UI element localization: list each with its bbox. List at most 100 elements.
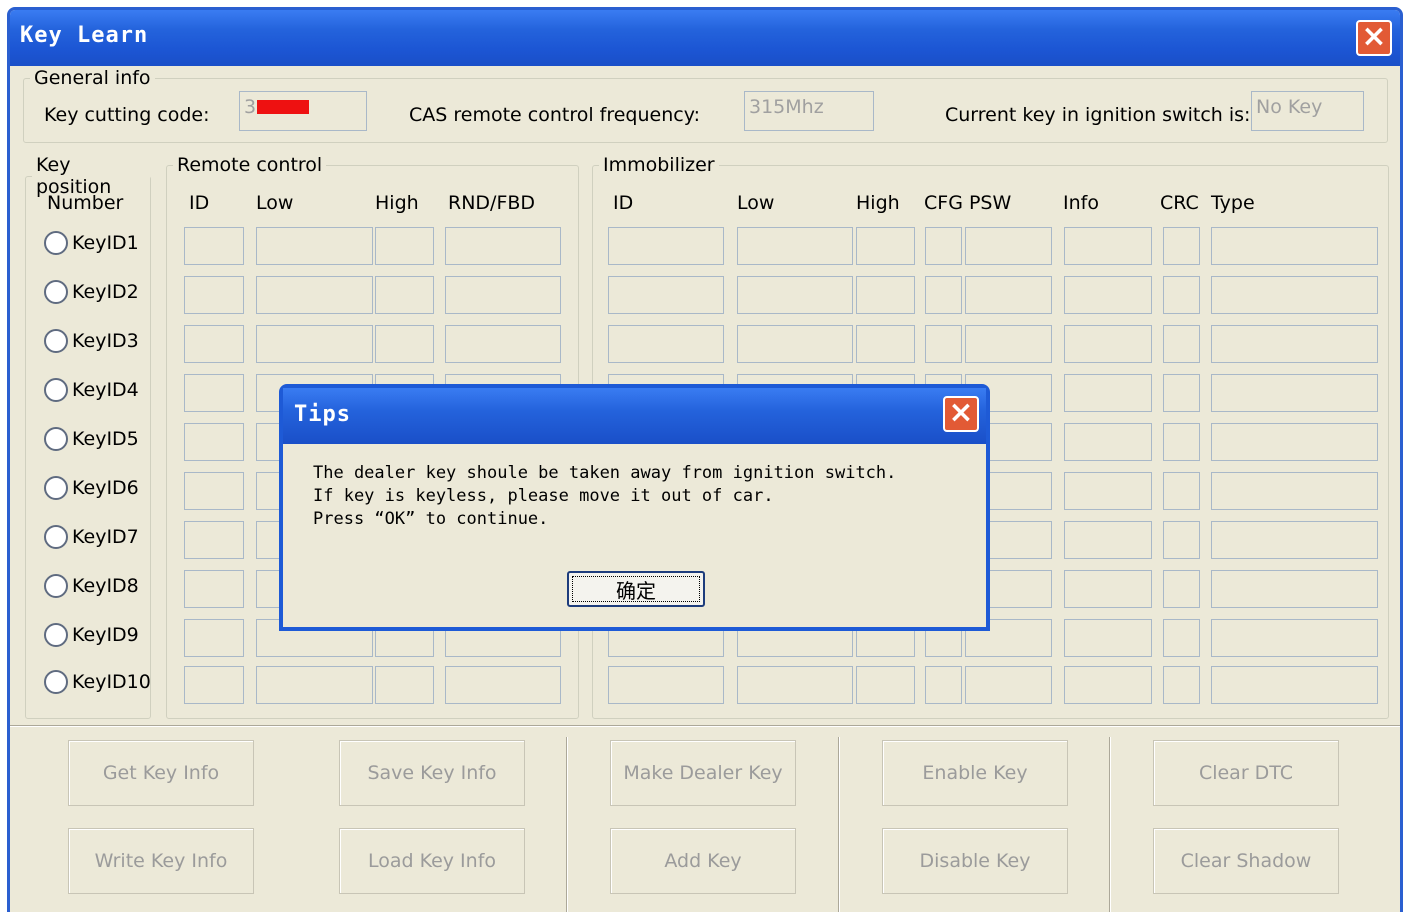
remote-id-cell-4[interactable]: [184, 374, 244, 412]
immo-crc-cell-4[interactable]: [1163, 374, 1200, 412]
key-radio-1[interactable]: KeyID1: [44, 231, 139, 255]
remote-low-cell-1[interactable]: [256, 227, 373, 265]
ok-button[interactable]: 确定: [567, 571, 705, 607]
immo-info-cell-5[interactable]: [1064, 423, 1152, 461]
make-dealer-key-button[interactable]: Make Dealer Key: [610, 740, 796, 806]
immo-low-cell-10[interactable]: [737, 666, 853, 704]
key-cutting-code-field[interactable]: 3: [239, 91, 367, 131]
immo-type-cell-3[interactable]: [1211, 325, 1378, 363]
key-radio-9[interactable]: KeyID9: [44, 623, 139, 647]
remote-high-cell-2[interactable]: [375, 276, 434, 314]
immo-type-cell-10[interactable]: [1211, 666, 1378, 704]
immo-info-cell-4[interactable]: [1064, 374, 1152, 412]
close-icon[interactable]: ×: [943, 396, 979, 432]
immo-id-cell-10[interactable]: [608, 666, 724, 704]
immo-type-cell-2[interactable]: [1211, 276, 1378, 314]
remote-id-cell-8[interactable]: [184, 570, 244, 608]
key-radio-3[interactable]: KeyID3: [44, 329, 139, 353]
immo-info-cell-10[interactable]: [1064, 666, 1152, 704]
remote-id-cell-1[interactable]: [184, 227, 244, 265]
clear-shadow-button[interactable]: Clear Shadow: [1153, 828, 1339, 894]
immo-info-cell-9[interactable]: [1064, 619, 1152, 657]
immo-crc-cell-3[interactable]: [1163, 325, 1200, 363]
remote-rnd-cell-2[interactable]: [445, 276, 561, 314]
key-radio-8[interactable]: KeyID8: [44, 574, 139, 598]
ignition-key-label: Current key in ignition switch is:: [945, 104, 1251, 126]
remote-high-cell-10[interactable]: [375, 666, 434, 704]
immo-crc-cell-9[interactable]: [1163, 619, 1200, 657]
immo-high-cell-3[interactable]: [856, 325, 915, 363]
key-radio-5[interactable]: KeyID5: [44, 427, 139, 451]
add-key-button[interactable]: Add Key: [610, 828, 796, 894]
immo-psw-cell-10[interactable]: [965, 666, 1052, 704]
remote-id-cell-5[interactable]: [184, 423, 244, 461]
immo-crc-cell-6[interactable]: [1163, 472, 1200, 510]
key-radio-7[interactable]: KeyID7: [44, 525, 139, 549]
key-radio-6[interactable]: KeyID6: [44, 476, 139, 500]
immo-low-cell-2[interactable]: [737, 276, 853, 314]
immo-high-cell-2[interactable]: [856, 276, 915, 314]
key-radio-4[interactable]: KeyID4: [44, 378, 139, 402]
immo-type-cell-9[interactable]: [1211, 619, 1378, 657]
immo-crc-cell-7[interactable]: [1163, 521, 1200, 559]
immo-low-cell-1[interactable]: [737, 227, 853, 265]
immo-high-cell-10[interactable]: [856, 666, 915, 704]
enable-key-button[interactable]: Enable Key: [882, 740, 1068, 806]
remote-id-cell-2[interactable]: [184, 276, 244, 314]
cas-frequency-field[interactable]: 315Mhz: [744, 91, 874, 131]
key-radio-2[interactable]: KeyID2: [44, 280, 139, 304]
remote-id-cell-3[interactable]: [184, 325, 244, 363]
get-key-info-button[interactable]: Get Key Info: [68, 740, 254, 806]
immo-psw-cell-1[interactable]: [965, 227, 1052, 265]
remote-rnd-cell-3[interactable]: [445, 325, 561, 363]
immo-type-cell-4[interactable]: [1211, 374, 1378, 412]
immo-id-cell-1[interactable]: [608, 227, 724, 265]
immo-id-cell-2[interactable]: [608, 276, 724, 314]
immo-type-cell-8[interactable]: [1211, 570, 1378, 608]
close-icon[interactable]: ×: [1356, 20, 1392, 56]
remote-low-cell-3[interactable]: [256, 325, 373, 363]
disable-key-button[interactable]: Disable Key: [882, 828, 1068, 894]
remote-rnd-cell-1[interactable]: [445, 227, 561, 265]
key-radio-10[interactable]: KeyID10: [44, 670, 151, 694]
load-key-info-button[interactable]: Load Key Info: [339, 828, 525, 894]
immo-cfg-cell-10[interactable]: [925, 666, 962, 704]
immo-low-cell-3[interactable]: [737, 325, 853, 363]
remote-id-cell-9[interactable]: [184, 619, 244, 657]
remote-id-cell-7[interactable]: [184, 521, 244, 559]
remote-id-cell-6[interactable]: [184, 472, 244, 510]
remote-high-cell-3[interactable]: [375, 325, 434, 363]
immo-cfg-cell-1[interactable]: [925, 227, 962, 265]
immo-info-cell-8[interactable]: [1064, 570, 1152, 608]
immo-info-cell-6[interactable]: [1064, 472, 1152, 510]
save-key-info-button[interactable]: Save Key Info: [339, 740, 525, 806]
immo-crc-cell-8[interactable]: [1163, 570, 1200, 608]
immo-high-cell-1[interactable]: [856, 227, 915, 265]
immo-info-cell-2[interactable]: [1064, 276, 1152, 314]
immo-cfg-cell-3[interactable]: [925, 325, 962, 363]
immo-type-cell-7[interactable]: [1211, 521, 1378, 559]
remote-high-cell-1[interactable]: [375, 227, 434, 265]
immo-type-cell-1[interactable]: [1211, 227, 1378, 265]
immo-cfg-cell-2[interactable]: [925, 276, 962, 314]
immo-crc-cell-2[interactable]: [1163, 276, 1200, 314]
immo-crc-cell-1[interactable]: [1163, 227, 1200, 265]
immo-psw-cell-3[interactable]: [965, 325, 1052, 363]
immo-info-cell-7[interactable]: [1064, 521, 1152, 559]
write-key-info-button[interactable]: Write Key Info: [68, 828, 254, 894]
window-title: Key Learn: [20, 23, 149, 48]
immo-psw-cell-2[interactable]: [965, 276, 1052, 314]
immo-crc-cell-5[interactable]: [1163, 423, 1200, 461]
immo-type-cell-6[interactable]: [1211, 472, 1378, 510]
remote-low-cell-10[interactable]: [256, 666, 373, 704]
remote-id-cell-10[interactable]: [184, 666, 244, 704]
remote-low-cell-2[interactable]: [256, 276, 373, 314]
immo-info-cell-3[interactable]: [1064, 325, 1152, 363]
remote-rnd-cell-10[interactable]: [445, 666, 561, 704]
immo-id-cell-3[interactable]: [608, 325, 724, 363]
clear-dtc-button[interactable]: Clear DTC: [1153, 740, 1339, 806]
immo-crc-cell-10[interactable]: [1163, 666, 1200, 704]
ignition-key-field[interactable]: No Key: [1251, 91, 1364, 131]
immo-type-cell-5[interactable]: [1211, 423, 1378, 461]
immo-info-cell-1[interactable]: [1064, 227, 1152, 265]
